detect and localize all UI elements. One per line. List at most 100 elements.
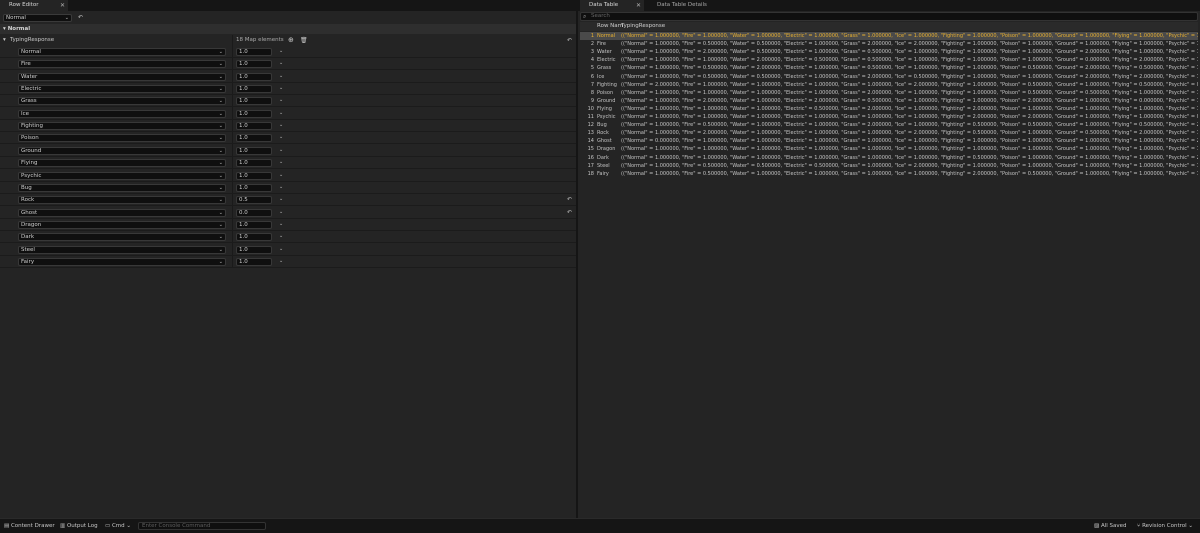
- content-drawer-button[interactable]: ▤ Content Drawer: [4, 519, 55, 533]
- chevron-down-icon[interactable]: ⌄: [279, 147, 283, 153]
- table-row[interactable]: 10 Flying (("Normal" = 1.000000, "Fire" = …: [580, 105, 1198, 113]
- multiplier-input[interactable]: 1.0: [236, 233, 272, 242]
- revision-control-button[interactable]: ⑂ Revision Control ⌄: [1137, 519, 1193, 533]
- type-key-dropdown[interactable]: Fighting ⌄: [18, 122, 226, 131]
- type-key-dropdown[interactable]: Ghost ⌄: [18, 208, 226, 217]
- table-row[interactable]: 17 Steel (("Normal" = 1.000000, "Fire" = 0…: [580, 162, 1198, 170]
- multiplier-input[interactable]: 1.0: [236, 122, 272, 131]
- chevron-down-icon[interactable]: ⌄: [279, 209, 283, 215]
- chevron-down-icon[interactable]: ⌄: [279, 85, 283, 91]
- type-key-dropdown[interactable]: Electric ⌄: [18, 85, 226, 94]
- type-key-dropdown[interactable]: Poison ⌄: [18, 134, 226, 143]
- add-element-icon[interactable]: ⊕: [288, 35, 294, 46]
- type-key-dropdown[interactable]: Ground ⌄: [18, 146, 226, 155]
- table-row[interactable]: 6 Ice (("Normal" = 1.000000, "Fire" = 0.50…: [580, 73, 1198, 81]
- tab-data-table-details[interactable]: Data Table Details: [648, 0, 728, 11]
- table-row[interactable]: 14 Ghost (("Normal" = 0.000000, "Fire" = 1…: [580, 137, 1198, 145]
- multiplier-input[interactable]: 1.0: [236, 85, 272, 94]
- type-key-dropdown[interactable]: Psychic ⌄: [18, 171, 226, 180]
- table-row[interactable]: 11 Psychic (("Normal" = 1.000000, "Fire" =…: [580, 113, 1198, 121]
- category-header[interactable]: ▾ Normal: [0, 24, 576, 34]
- table-row[interactable]: 5 Grass (("Normal" = 1.000000, "Fire" = 0.…: [580, 64, 1198, 72]
- chevron-down-icon[interactable]: ⌄: [279, 60, 283, 66]
- search-box[interactable]: ⌕ Search: [580, 12, 1198, 21]
- expand-arrow-icon[interactable]: ▾: [3, 35, 6, 46]
- multiplier-input[interactable]: 1.0: [236, 171, 272, 180]
- table-row[interactable]: 13 Rock (("Normal" = 1.000000, "Fire" = 2.…: [580, 129, 1198, 137]
- multiplier-input[interactable]: 1.0: [236, 146, 272, 155]
- multiplier-input[interactable]: 1.0: [236, 48, 272, 56]
- table-row[interactable]: 18 Fairy (("Normal" = 1.000000, "Fire" = 0…: [580, 170, 1198, 178]
- table-row[interactable]: 4 Electric (("Normal" = 1.000000, "Fire" =…: [580, 56, 1198, 64]
- table-row[interactable]: 9 Ground (("Normal" = 1.000000, "Fire" = 2…: [580, 97, 1198, 105]
- trash-icon[interactable]: 🗑: [300, 35, 308, 46]
- type-key-dropdown[interactable]: Water ⌄: [18, 72, 226, 81]
- type-key-dropdown[interactable]: Normal ⌄: [18, 48, 226, 56]
- type-key-dropdown[interactable]: Fire ⌄: [18, 60, 226, 69]
- type-key-dropdown[interactable]: Bug ⌄: [18, 183, 226, 192]
- multiplier-input[interactable]: 0.0: [236, 208, 272, 217]
- chevron-down-icon[interactable]: ⌄: [279, 110, 283, 116]
- column-header-row-name[interactable]: Row Nam: [597, 22, 623, 31]
- chevron-down-icon[interactable]: ⌄: [279, 97, 283, 103]
- table-row[interactable]: 7 Fighting (("Normal" = 2.000000, "Fire" =…: [580, 81, 1198, 89]
- multiplier-input[interactable]: 1.0: [236, 134, 272, 143]
- multiplier-input[interactable]: 1.0: [236, 109, 272, 118]
- all-saved-button[interactable]: ▨ All Saved: [1094, 519, 1127, 533]
- reset-icon[interactable]: ↶: [567, 35, 572, 46]
- type-key-dropdown[interactable]: Grass ⌄: [18, 97, 226, 106]
- tab-row-editor[interactable]: Row Editor ✕: [0, 0, 68, 11]
- table-row[interactable]: 8 Poison (("Normal" = 1.000000, "Fire" = 1…: [580, 89, 1198, 97]
- map-entry-row: Normal ⌄ 1.0 ⌄: [0, 46, 576, 58]
- row-selector-dropdown[interactable]: Normal ⌄: [3, 14, 72, 22]
- chevron-down-icon[interactable]: ⌄: [279, 258, 283, 264]
- chevron-down-icon[interactable]: ⌄: [279, 73, 283, 79]
- multiplier-input[interactable]: 1.0: [236, 72, 272, 81]
- multiplier-input[interactable]: 0.5: [236, 196, 272, 205]
- multiplier-input[interactable]: 1.0: [236, 60, 272, 69]
- console-command-input[interactable]: Enter Console Command: [138, 522, 266, 530]
- type-key-dropdown[interactable]: Rock ⌄: [18, 196, 226, 205]
- row-name: Dragon: [597, 146, 616, 153]
- column-header-typing-response[interactable]: TypingResponse: [621, 22, 665, 31]
- chevron-down-icon[interactable]: ⌄: [279, 184, 283, 190]
- chevron-down-icon[interactable]: ⌄: [279, 221, 283, 227]
- close-icon[interactable]: ✕: [636, 0, 641, 11]
- multiplier-input[interactable]: 1.0: [236, 183, 272, 192]
- multiplier-value: 1.0: [239, 110, 248, 117]
- type-key-dropdown[interactable]: Dark ⌄: [18, 233, 226, 242]
- chevron-down-icon[interactable]: ⌄: [279, 233, 283, 239]
- table-row[interactable]: 1 Normal (("Normal" = 1.000000, "Fire" = 1…: [580, 32, 1198, 40]
- chevron-down-icon[interactable]: ⌄: [279, 159, 283, 165]
- chevron-down-icon[interactable]: ⌄: [279, 196, 283, 202]
- chevron-down-icon[interactable]: ⌄: [279, 134, 283, 140]
- chevron-down-icon[interactable]: ⌄: [279, 246, 283, 252]
- multiplier-input[interactable]: 1.0: [236, 245, 272, 254]
- multiplier-input[interactable]: 1.0: [236, 97, 272, 106]
- multiplier-input[interactable]: 1.0: [236, 257, 272, 266]
- reset-icon[interactable]: ↶: [567, 209, 572, 216]
- output-log-button[interactable]: ▥ Output Log: [60, 519, 98, 533]
- chevron-down-icon[interactable]: ⌄: [279, 48, 283, 54]
- multiplier-input[interactable]: 1.0: [236, 159, 272, 168]
- table-row[interactable]: 12 Bug (("Normal" = 1.000000, "Fire" = 0.5…: [580, 121, 1198, 129]
- chevron-down-icon: ⌄: [218, 258, 223, 265]
- type-key-dropdown[interactable]: Steel ⌄: [18, 245, 226, 254]
- cmd-dropdown[interactable]: ▭ Cmd ⌄: [105, 519, 131, 533]
- table-row[interactable]: 16 Dark (("Normal" = 1.000000, "Fire" = 1.…: [580, 154, 1198, 162]
- type-key-dropdown[interactable]: Dragon ⌄: [18, 220, 226, 229]
- tab-data-table[interactable]: Data Table ✕: [580, 0, 644, 11]
- chevron-down-icon[interactable]: ⌄: [279, 122, 283, 128]
- reset-icon[interactable]: ↶: [567, 196, 572, 203]
- multiplier-input[interactable]: 1.0: [236, 220, 272, 229]
- table-row[interactable]: 3 Water (("Normal" = 1.000000, "Fire" = 2.…: [580, 48, 1198, 56]
- close-icon[interactable]: ✕: [60, 0, 65, 11]
- chevron-down-icon[interactable]: ⌄: [279, 172, 283, 178]
- type-key-dropdown[interactable]: Fairy ⌄: [18, 257, 226, 266]
- table-row[interactable]: 15 Dragon (("Normal" = 1.000000, "Fire" = …: [580, 145, 1198, 153]
- row-name: Fighting: [597, 81, 617, 88]
- table-row[interactable]: 2 Fire (("Normal" = 1.000000, "Fire" = 0.5…: [580, 40, 1198, 48]
- reset-icon[interactable]: ↶: [78, 14, 83, 21]
- type-key-dropdown[interactable]: Ice ⌄: [18, 109, 226, 118]
- type-key-dropdown[interactable]: Flying ⌄: [18, 159, 226, 168]
